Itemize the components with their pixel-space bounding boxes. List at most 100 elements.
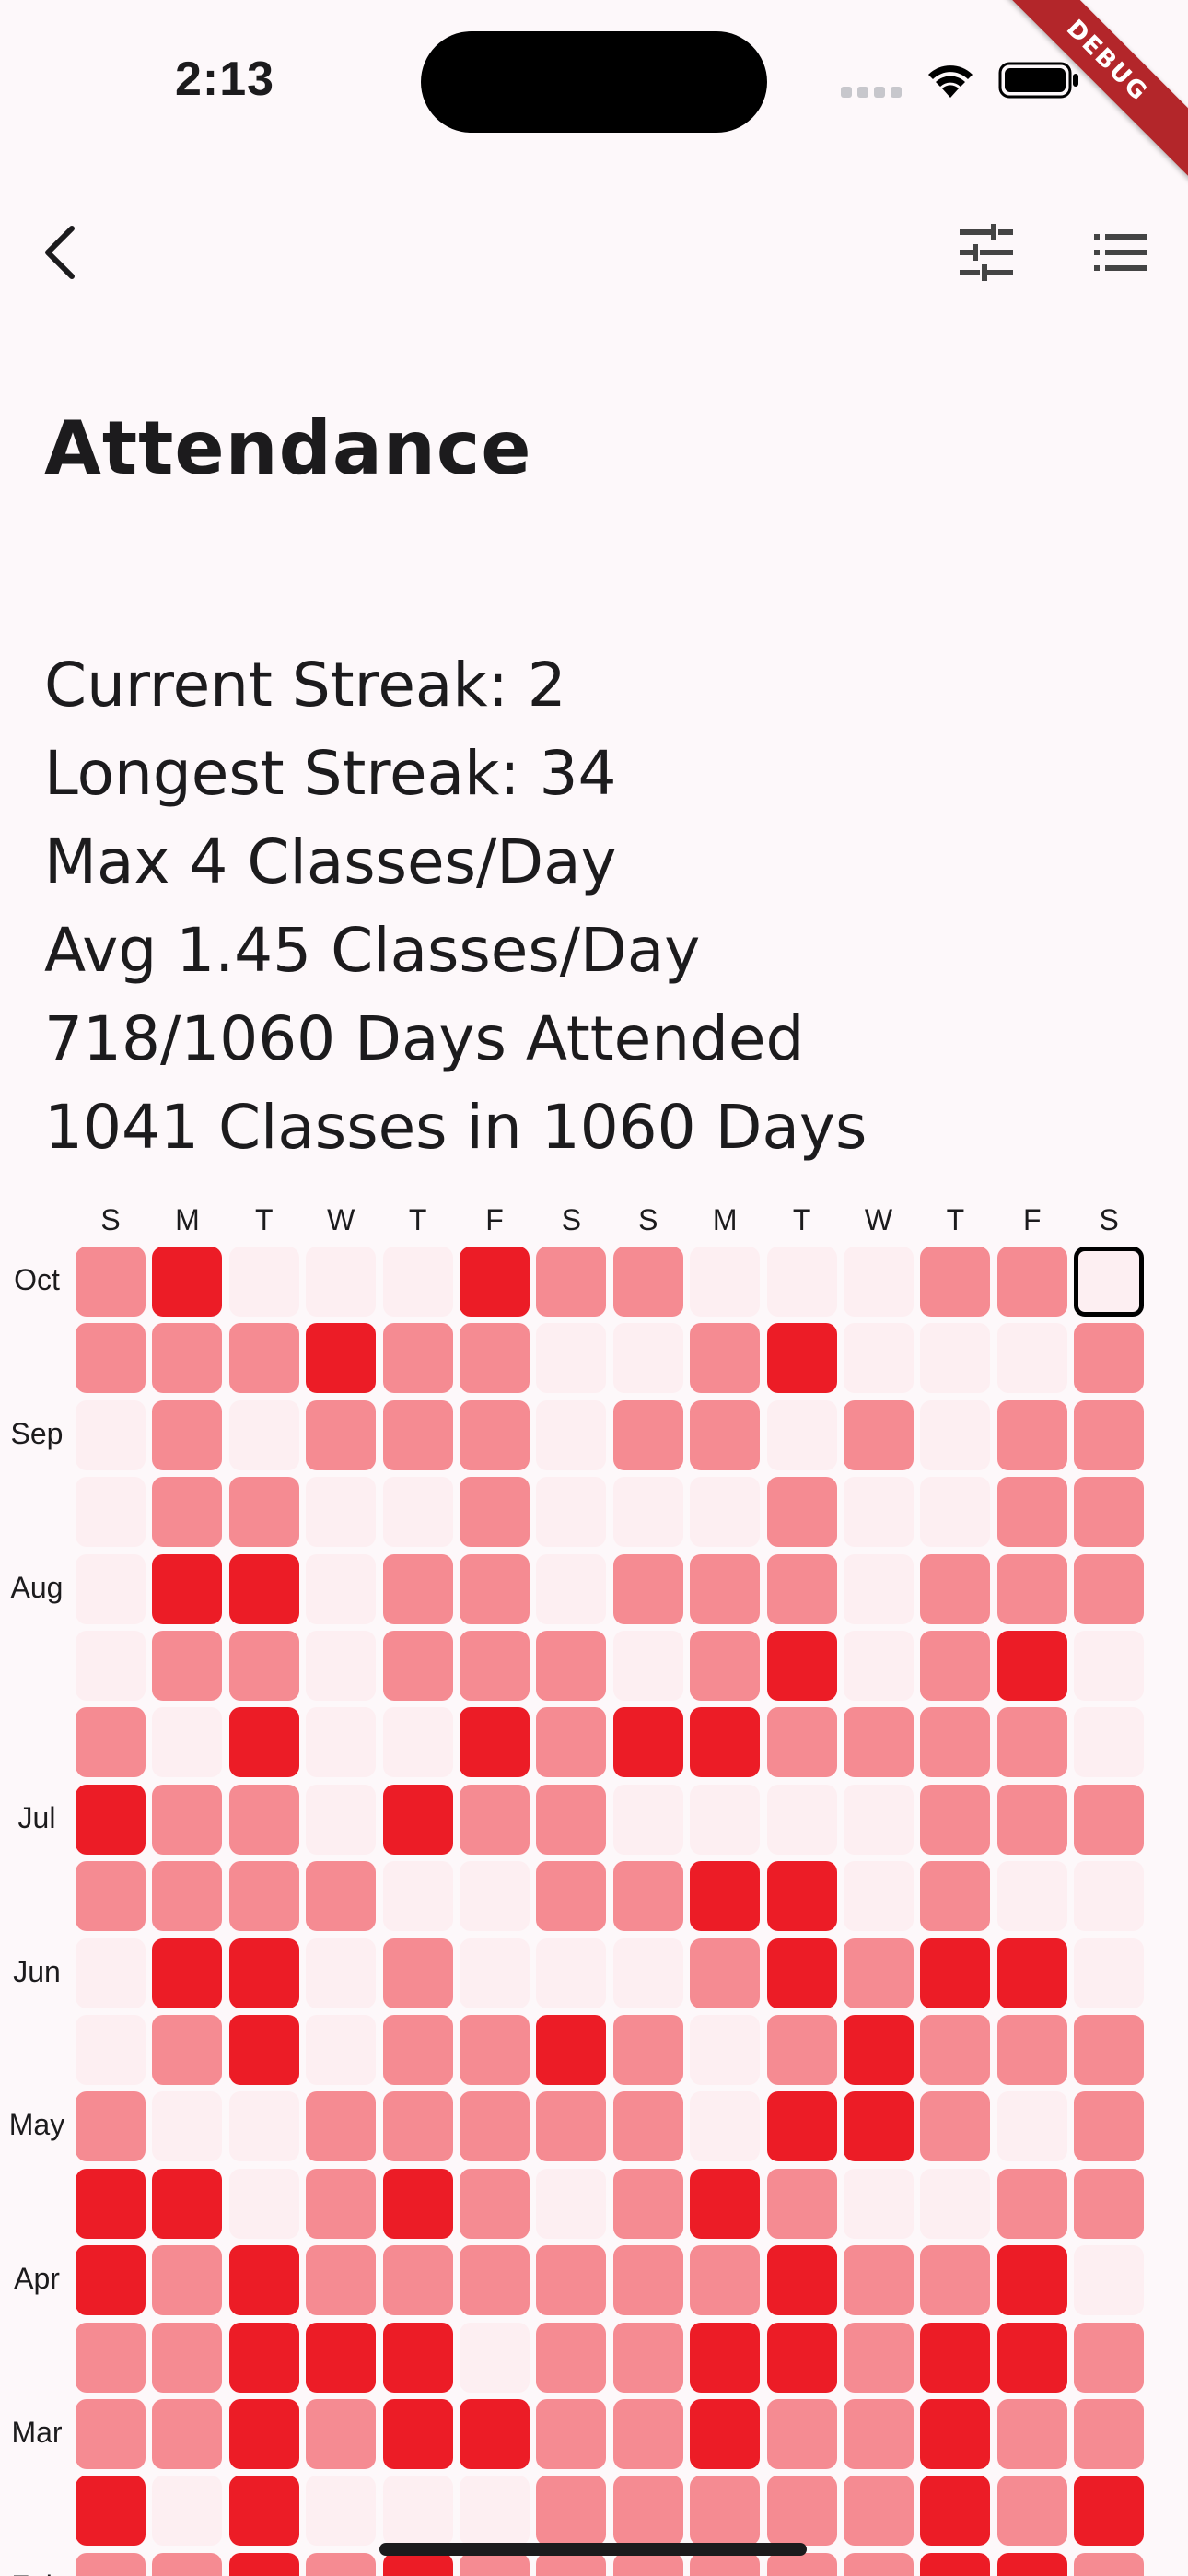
heatmap-cell[interactable] (152, 1707, 223, 1778)
heatmap-cell[interactable] (996, 1861, 1067, 1932)
heatmap-cell[interactable] (306, 1553, 377, 1624)
heatmap-cell[interactable] (460, 1399, 530, 1470)
heatmap-cell[interactable] (766, 1247, 837, 1317)
heatmap-cell[interactable] (1074, 1323, 1145, 1394)
heatmap-cell[interactable] (690, 2245, 761, 2316)
heatmap-cell[interactable] (690, 2399, 761, 2469)
heatmap-cell[interactable] (228, 2168, 299, 2239)
heatmap-cell[interactable] (920, 1247, 991, 1317)
heatmap-cell[interactable] (306, 2399, 377, 2469)
heatmap-cell[interactable] (152, 2245, 223, 2316)
heatmap-cell[interactable] (382, 1553, 453, 1624)
heatmap-cell[interactable] (76, 2091, 146, 2162)
heatmap-cell[interactable] (460, 1938, 530, 2008)
heatmap-cell[interactable] (536, 1323, 607, 1394)
heatmap-cell[interactable] (690, 1399, 761, 1470)
heatmap-cell[interactable] (306, 1707, 377, 1778)
heatmap-cell[interactable] (152, 1553, 223, 1624)
heatmap-cell[interactable] (536, 1477, 607, 1548)
heatmap-cell[interactable] (536, 2015, 607, 2085)
heatmap-cell[interactable] (612, 2015, 683, 2085)
heatmap-cell[interactable] (996, 2476, 1067, 2547)
heatmap-cell[interactable] (228, 2552, 299, 2576)
heatmap-cell[interactable] (1074, 1938, 1145, 2008)
heatmap-cell[interactable] (612, 1861, 683, 1932)
heatmap-cell[interactable] (536, 1553, 607, 1624)
heatmap-cell[interactable] (152, 1631, 223, 1701)
heatmap-cell[interactable] (228, 1553, 299, 1624)
heatmap-cell[interactable] (920, 1784, 991, 1855)
heatmap-cell[interactable] (612, 1938, 683, 2008)
heatmap-cell[interactable] (690, 1861, 761, 1932)
heatmap-cell[interactable] (152, 2399, 223, 2469)
heatmap-cell[interactable] (76, 1707, 146, 1778)
heatmap-cell[interactable] (920, 2552, 991, 2576)
heatmap-cell[interactable] (690, 1553, 761, 1624)
heatmap-cell[interactable] (920, 1707, 991, 1778)
heatmap-cell[interactable] (228, 1477, 299, 1548)
heatmap-cell[interactable] (382, 1631, 453, 1701)
heatmap-cell[interactable] (996, 1399, 1067, 1470)
heatmap-cell[interactable] (382, 1861, 453, 1932)
heatmap-cell[interactable] (612, 2245, 683, 2316)
heatmap-cell[interactable] (920, 2015, 991, 2085)
heatmap-cell[interactable] (612, 1553, 683, 1624)
heatmap-cell[interactable] (228, 2322, 299, 2393)
heatmap-cell[interactable] (996, 1707, 1067, 1778)
heatmap-cell[interactable] (152, 1477, 223, 1548)
heatmap-cell[interactable] (228, 1861, 299, 1932)
heatmap-cell[interactable] (920, 2091, 991, 2162)
heatmap-cell[interactable] (1074, 2476, 1145, 2547)
heatmap-cell[interactable] (76, 2245, 146, 2316)
heatmap-cell[interactable] (536, 1631, 607, 1701)
heatmap-cell[interactable] (1074, 1784, 1145, 1855)
heatmap-cell[interactable] (766, 2091, 837, 2162)
heatmap-cell[interactable] (76, 2552, 146, 2576)
heatmap-cell[interactable] (76, 1399, 146, 1470)
heatmap-cell[interactable] (152, 2476, 223, 2547)
heatmap-cell[interactable] (612, 2322, 683, 2393)
heatmap-cell[interactable] (690, 2322, 761, 2393)
heatmap-cell[interactable] (766, 1553, 837, 1624)
heatmap-cell[interactable] (690, 1477, 761, 1548)
heatmap-cell[interactable] (460, 1323, 530, 1394)
heatmap-cell[interactable] (228, 2399, 299, 2469)
heatmap-cell[interactable] (1074, 2168, 1145, 2239)
heatmap-cell[interactable] (536, 1938, 607, 2008)
heatmap-cell[interactable] (382, 1938, 453, 2008)
heatmap-cell[interactable] (460, 2015, 530, 2085)
heatmap-cell[interactable] (152, 2552, 223, 2576)
heatmap-cell[interactable] (536, 2322, 607, 2393)
heatmap-cell[interactable] (766, 1861, 837, 1932)
heatmap-cell[interactable] (612, 1399, 683, 1470)
heatmap-cell[interactable] (536, 2245, 607, 2316)
heatmap-cell[interactable] (844, 1553, 914, 1624)
heatmap-cell[interactable] (382, 2552, 453, 2576)
heatmap-cell[interactable] (460, 2476, 530, 2547)
heatmap-cell[interactable] (920, 2476, 991, 2547)
heatmap-cell[interactable] (460, 2245, 530, 2316)
heatmap-cell[interactable] (382, 2245, 453, 2316)
heatmap-cell[interactable] (996, 2168, 1067, 2239)
heatmap-cell[interactable] (844, 1784, 914, 1855)
heatmap-cell[interactable] (228, 1631, 299, 1701)
heatmap-cell[interactable] (766, 1399, 837, 1470)
heatmap-cell[interactable] (152, 2091, 223, 2162)
heatmap-cell[interactable] (996, 1247, 1067, 1317)
heatmap-cell[interactable] (152, 1323, 223, 1394)
heatmap-cell[interactable] (844, 2245, 914, 2316)
heatmap-cell[interactable] (76, 1247, 146, 1317)
heatmap-cell[interactable] (76, 2399, 146, 2469)
heatmap-cell[interactable] (1074, 2245, 1145, 2316)
heatmap-cell[interactable] (152, 1861, 223, 1932)
heatmap-cell[interactable] (228, 1247, 299, 1317)
heatmap-cell[interactable] (690, 1247, 761, 1317)
heatmap-cell[interactable] (690, 2015, 761, 2085)
heatmap-cell[interactable] (766, 1323, 837, 1394)
heatmap-cell[interactable] (306, 1247, 377, 1317)
heatmap-cell[interactable] (612, 1631, 683, 1701)
heatmap-cell[interactable] (228, 1323, 299, 1394)
heatmap-cell[interactable] (844, 2399, 914, 2469)
heatmap-cell[interactable] (612, 2476, 683, 2547)
heatmap-cell[interactable] (612, 1784, 683, 1855)
